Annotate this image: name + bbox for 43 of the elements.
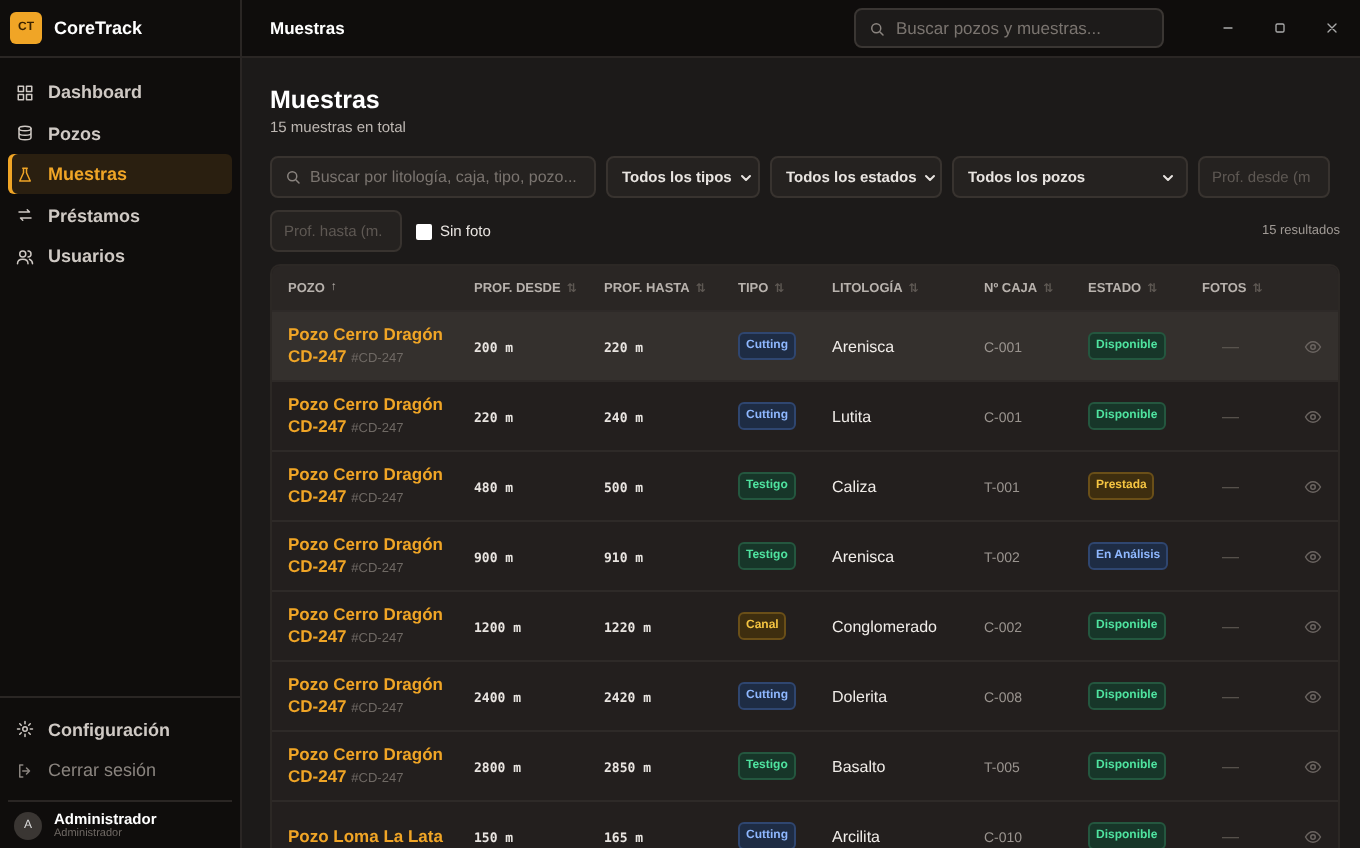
table-cell: — bbox=[1222, 756, 1239, 776]
well-name[interactable]: Pozo Cerro Dragón bbox=[288, 393, 443, 413]
sidebar-item[interactable]: Pozos bbox=[8, 113, 232, 153]
sidebar-item[interactable]: Configuración bbox=[8, 709, 232, 749]
table-cell: — bbox=[1222, 616, 1239, 636]
well-name[interactable]: Pozo Cerro Dragón bbox=[288, 323, 443, 343]
sidebar-item[interactable]: Cerrar sesión bbox=[8, 750, 232, 790]
search-field[interactable]: Buscar por litología, caja, tipo, pozo... bbox=[270, 156, 596, 198]
well-name[interactable]: Pozo Cerro Dragón bbox=[288, 743, 443, 763]
sidebar-item[interactable]: Préstamos bbox=[8, 195, 232, 235]
well-code[interactable]: CD-247 bbox=[288, 415, 347, 435]
sidebar-item[interactable]: Muestras bbox=[8, 154, 232, 194]
table-cell: Arcilita bbox=[832, 828, 881, 846]
well-code[interactable]: CD-247 bbox=[288, 695, 347, 715]
page-title: Muestras bbox=[270, 86, 382, 114]
well-name[interactable]: Pozo Cerro Dragón bbox=[288, 673, 443, 693]
well-code[interactable]: CD-247 bbox=[288, 345, 347, 365]
well-name[interactable]: Pozo Cerro Dragón bbox=[288, 603, 443, 623]
table-cell: — bbox=[1222, 476, 1239, 496]
table-cell: — bbox=[1222, 826, 1239, 846]
well-code[interactable]: CD-247 bbox=[288, 485, 347, 505]
sidebar-item[interactable]: Usuarios bbox=[8, 236, 232, 276]
page-header-title: Muestras bbox=[270, 18, 345, 38]
well-code[interactable]: CD-247 bbox=[288, 765, 347, 785]
well-code[interactable]: CD-247 bbox=[288, 555, 347, 575]
table-cell: Lutita bbox=[832, 408, 872, 426]
table-cell: — bbox=[1222, 336, 1239, 356]
table-cell: Dolerita bbox=[832, 688, 888, 706]
well-name[interactable]: Pozo Loma La Lata bbox=[288, 825, 443, 845]
sidebar-item[interactable]: Dashboard bbox=[8, 72, 232, 112]
table-cell: — bbox=[1222, 686, 1239, 706]
well-name[interactable]: Pozo Cerro Dragón bbox=[288, 463, 443, 483]
table-cell: Caliza bbox=[832, 478, 877, 496]
search-field[interactable]: Buscar pozos y muestras... bbox=[854, 8, 1164, 48]
table-cell: — bbox=[1222, 546, 1239, 566]
table-cell: Conglomerado bbox=[832, 618, 937, 636]
well-name[interactable]: Pozo Cerro Dragón bbox=[288, 533, 443, 553]
table-cell: Arenisca bbox=[832, 548, 895, 566]
table-cell: — bbox=[1222, 406, 1239, 426]
table-cell: Arenisca bbox=[832, 338, 895, 356]
table-cell: Basalto bbox=[832, 758, 886, 776]
well-code[interactable]: CD-247 bbox=[288, 625, 347, 645]
app-name: CoreTrack bbox=[54, 17, 143, 37]
